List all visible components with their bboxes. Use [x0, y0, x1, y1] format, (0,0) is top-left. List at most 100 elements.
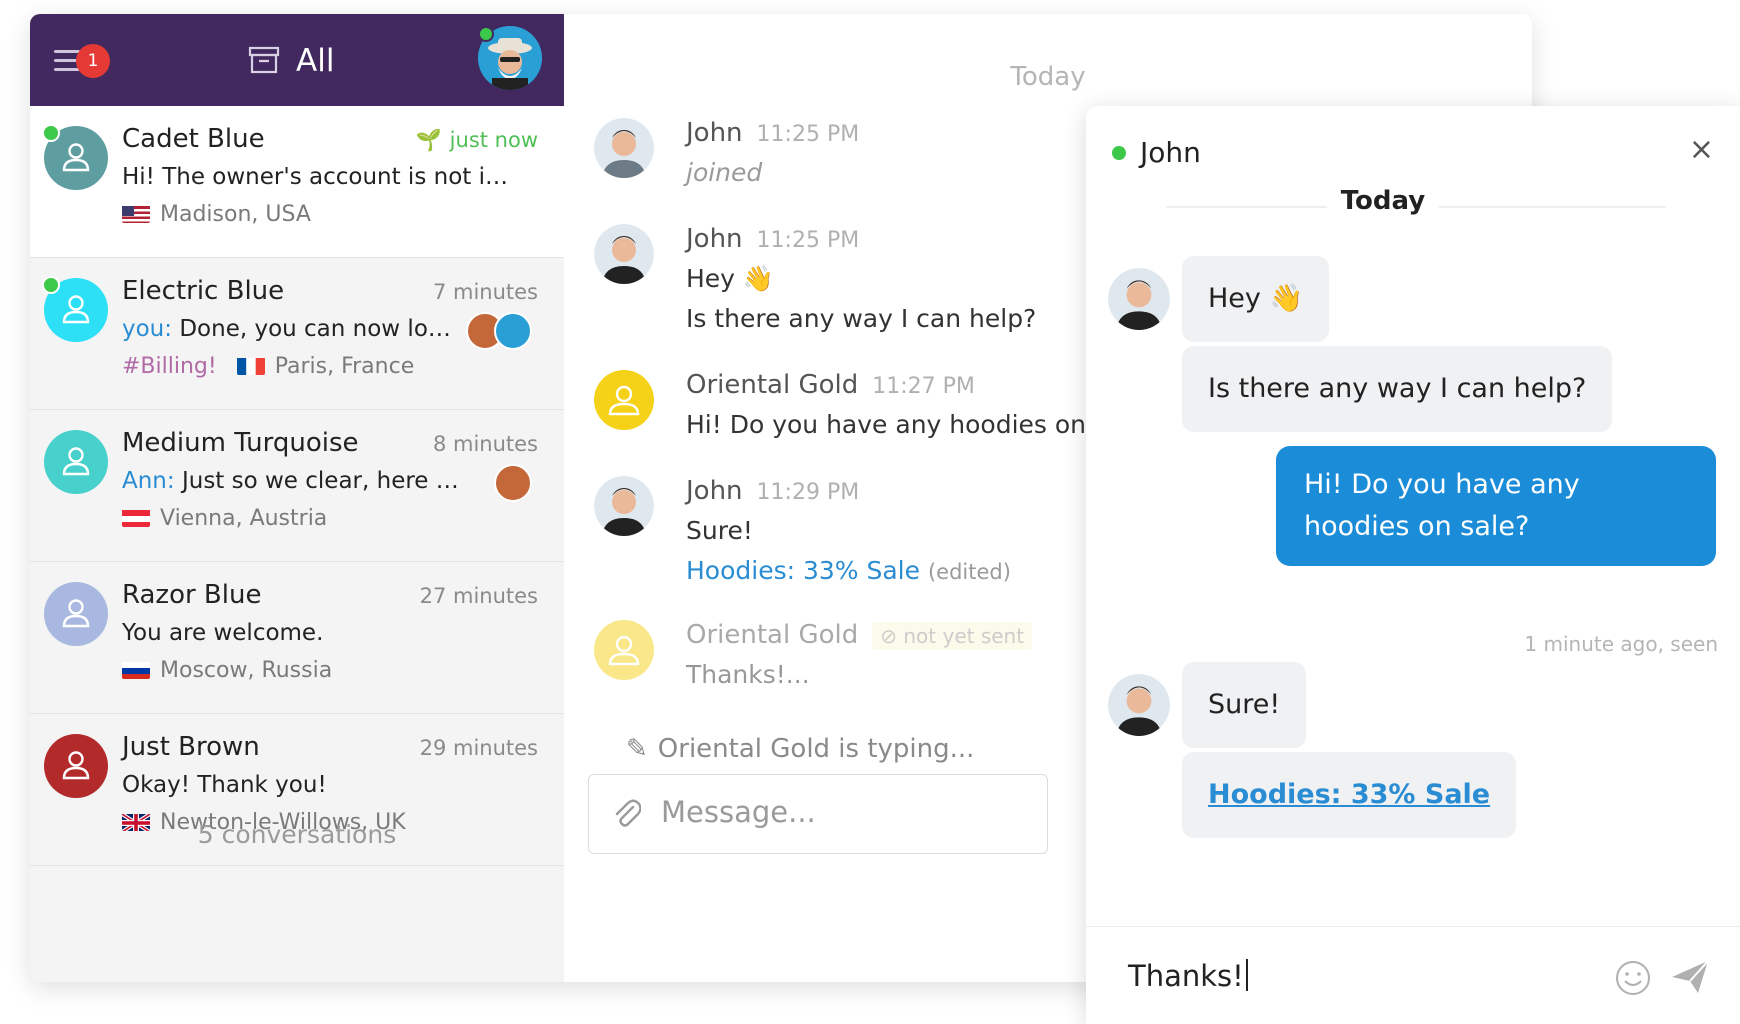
- user-icon: [62, 295, 90, 324]
- message-text: Is there any way I can help?: [686, 304, 1037, 333]
- agent-avatar: [494, 312, 532, 350]
- conversation-sidebar: 1 All Cadet Blue 🌱 just now Hi! The owne…: [30, 14, 564, 982]
- contact-location: Moscow, Russia: [122, 658, 332, 683]
- online-indicator: [42, 276, 60, 294]
- seen-status: 1 minute ago, seen: [1524, 632, 1718, 656]
- agent-avatar: [1108, 268, 1170, 330]
- contact-avatar: [44, 430, 108, 494]
- text-caret: [1245, 959, 1248, 991]
- message-text: Thanks!...: [686, 660, 810, 689]
- contact-avatar: [44, 734, 108, 798]
- contact-name: Cadet Blue: [122, 124, 265, 154]
- user-icon: [608, 635, 640, 666]
- user-icon: [62, 447, 90, 476]
- widget-composer: Thanks!: [1086, 926, 1740, 1024]
- message-text: Hi! Do you have any hoodies on: [686, 410, 1087, 439]
- author-avatar: [594, 118, 654, 178]
- at-flag-icon: [122, 509, 150, 527]
- preview-author: you:: [122, 316, 173, 342]
- us-flag-icon: [122, 205, 150, 223]
- message-text: joined: [686, 158, 763, 187]
- message-preview: Hi! The owner's account is not in…: [122, 164, 512, 190]
- incoming-bubble: Hey 👋: [1182, 256, 1330, 342]
- contact-name: Razor Blue: [122, 580, 262, 610]
- message-input-placeholder[interactable]: Message...: [661, 795, 816, 829]
- conversation-item[interactable]: Cadet Blue 🌱 just now Hi! The owner's acc…: [30, 106, 564, 258]
- outgoing-bubble: Hi! Do you have any hoodies on sale?: [1276, 446, 1716, 566]
- author-avatar: [594, 370, 654, 430]
- user-icon: [62, 143, 90, 172]
- widget-contact-name: John: [1140, 136, 1201, 169]
- fr-flag-icon: [236, 357, 265, 375]
- contact-avatar: [44, 582, 108, 646]
- user-icon: [608, 385, 640, 416]
- message-time: 11:27 PM: [872, 374, 975, 399]
- conversation-time: 27 minutes: [419, 584, 538, 608]
- conversation-time: 8 minutes: [432, 432, 538, 456]
- author-name: John 11:25 PM: [686, 118, 860, 148]
- author-name: Oriental Gold ⊘ not yet sent: [686, 620, 1033, 650]
- emoji-icon[interactable]: [1614, 959, 1652, 997]
- seedling-icon: 🌱: [415, 128, 442, 152]
- contact-location: Vienna, Austria: [122, 506, 327, 531]
- not-sent-badge: ⊘ not yet sent: [872, 622, 1033, 650]
- widget-message-input[interactable]: Thanks!: [1128, 959, 1248, 993]
- sidebar-header: 1 All: [30, 14, 564, 106]
- author-avatar: [594, 620, 654, 680]
- message-text: Sure!: [686, 516, 753, 545]
- agent-avatar: [494, 464, 532, 502]
- conversation-time: 29 minutes: [419, 736, 538, 760]
- preview-author: Ann:: [122, 468, 175, 494]
- incoming-bubble: Sure!: [1182, 662, 1307, 748]
- conversation-item[interactable]: Electric Blue 7 minutes you: Done, you c…: [30, 258, 564, 410]
- conversation-tag: #Billing!: [122, 354, 217, 379]
- message-preview: you: Done, you can now lo…: [122, 316, 451, 342]
- message-composer[interactable]: Message...: [588, 774, 1048, 854]
- eye-off-icon: ⊘: [880, 624, 898, 648]
- conversation-time: 7 minutes: [432, 280, 538, 304]
- author-name: John 11:29 PM: [686, 476, 860, 506]
- close-icon[interactable]: ×: [1689, 132, 1714, 167]
- notification-badge: 1: [76, 44, 110, 78]
- message-link[interactable]: Hoodies: 33% Sale (edited): [686, 556, 1011, 585]
- filter-label[interactable]: All: [296, 43, 334, 79]
- chat-widget: John × Today Hey 👋 Is there any way I ca…: [1086, 106, 1740, 1024]
- archive-icon[interactable]: [248, 46, 280, 74]
- paperclip-icon[interactable]: [613, 797, 641, 831]
- stage: 1 All Cadet Blue 🌱 just now Hi! The owne…: [0, 0, 1740, 1024]
- widget-day-label: Today: [1086, 186, 1680, 216]
- user-icon: [62, 599, 90, 628]
- send-icon[interactable]: [1670, 959, 1710, 995]
- author-name: John 11:25 PM: [686, 224, 860, 254]
- conversation-item[interactable]: Razor Blue 27 minutes You are welcome. M…: [30, 562, 564, 714]
- typing-indicator: ✎ Oriental Gold is typing...: [626, 734, 975, 764]
- ru-flag-icon: [122, 661, 150, 679]
- author-name: Oriental Gold 11:27 PM: [686, 370, 975, 400]
- contact-location: #Billing! Paris, France: [122, 354, 415, 379]
- message-preview: You are welcome.: [122, 620, 324, 646]
- message-preview: Ann: Just so we clear, here is …: [122, 468, 462, 494]
- edited-label: (edited): [927, 560, 1011, 584]
- message-text: Hey 👋: [686, 264, 775, 293]
- contact-name: Electric Blue: [122, 276, 285, 306]
- online-indicator: [1112, 146, 1126, 160]
- contact-name: Just Brown: [122, 732, 260, 762]
- incoming-link-bubble[interactable]: Hoodies: 33% Sale: [1182, 752, 1517, 838]
- conversation-item[interactable]: Medium Turquoise 8 minutes Ann: Just so …: [30, 410, 564, 562]
- agent-avatar: [1108, 674, 1170, 736]
- day-separator: Today: [1010, 62, 1086, 92]
- online-indicator: [42, 124, 60, 142]
- message-time: 11:25 PM: [756, 122, 860, 147]
- contact-name: Medium Turquoise: [122, 428, 359, 458]
- pencil-icon: ✎: [626, 734, 648, 764]
- conversation-time: 🌱 just now: [415, 128, 538, 152]
- author-avatar: [594, 224, 654, 284]
- author-avatar: [594, 476, 654, 536]
- contact-location: Madison, USA: [122, 202, 311, 227]
- user-icon: [62, 751, 90, 780]
- my-online-indicator: [478, 26, 494, 42]
- incoming-bubble: Is there any way I can help?: [1182, 346, 1613, 432]
- message-preview: Okay! Thank you!: [122, 772, 327, 798]
- message-time: 11:25 PM: [756, 228, 860, 253]
- message-time: 11:29 PM: [756, 480, 860, 505]
